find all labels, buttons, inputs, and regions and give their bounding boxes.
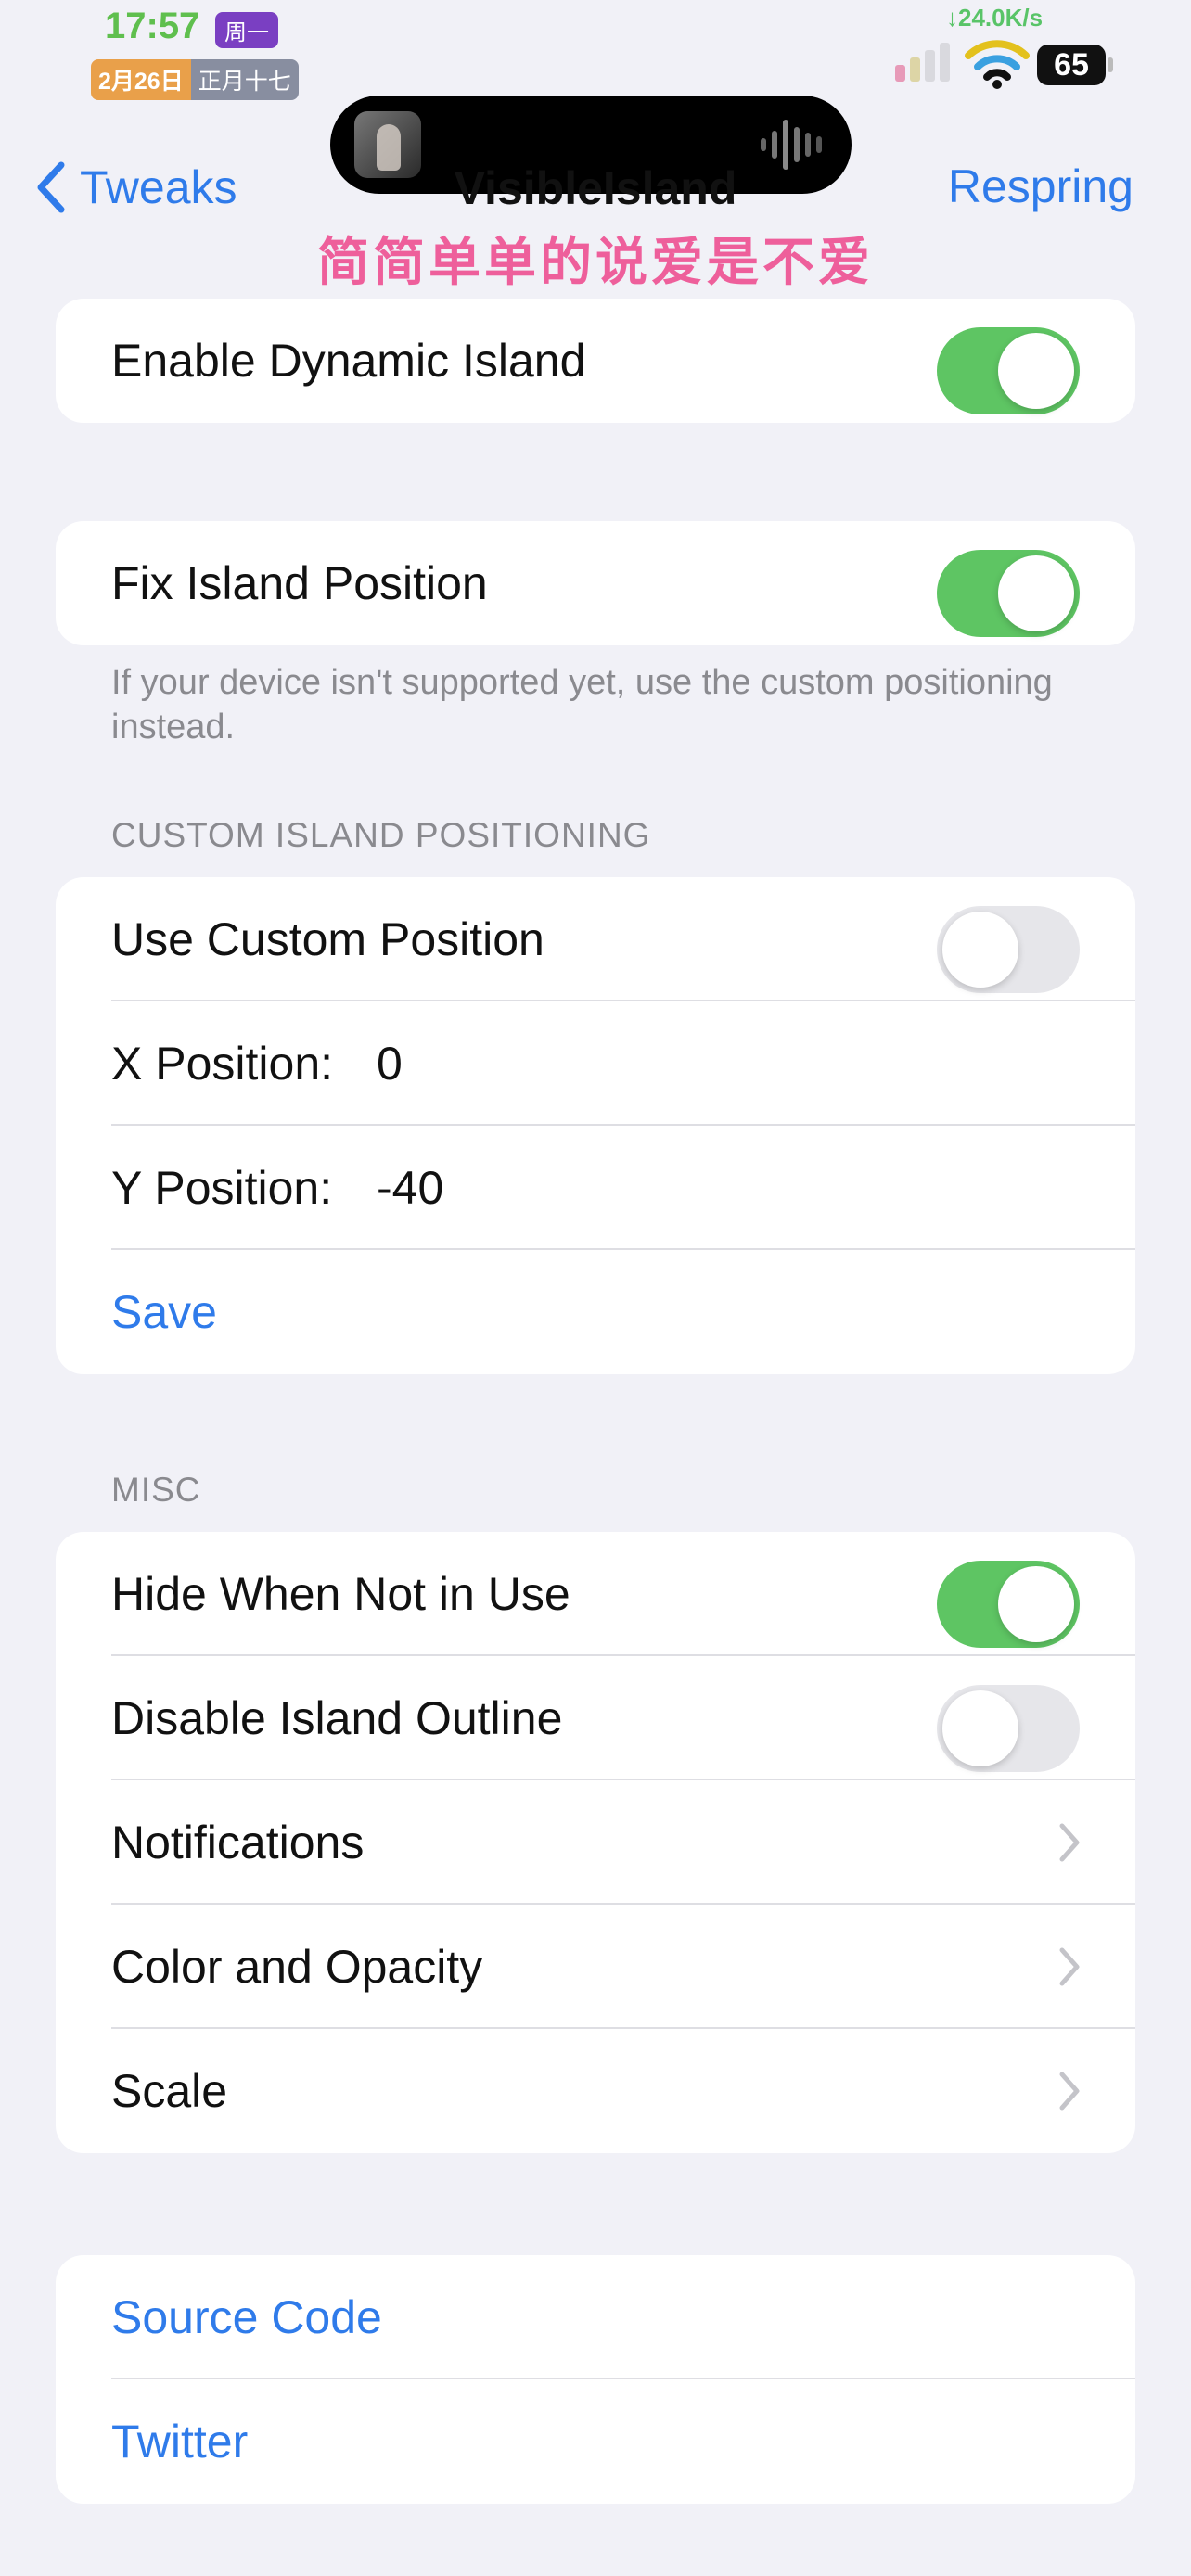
notifications-label: Notifications — [111, 1817, 365, 1868]
save-row[interactable]: Save — [56, 1250, 1135, 1374]
back-button-label: Tweaks — [80, 161, 237, 213]
status-weekday-badge: 周一 — [215, 12, 278, 48]
fix-island-position-toggle[interactable] — [937, 550, 1080, 637]
y-position-input[interactable]: -40 — [377, 1161, 443, 1215]
chevron-right-icon — [1059, 2072, 1080, 2111]
status-date-lunar: 正月十七 — [190, 59, 299, 100]
use-custom-position-row: Use Custom Position — [56, 877, 1135, 1001]
color-and-opacity-row[interactable]: Color and Opacity — [56, 1905, 1135, 2029]
scale-row[interactable]: Scale — [56, 2029, 1135, 2153]
battery-indicator: 65 — [1037, 45, 1113, 87]
disable-island-outline-label: Disable Island Outline — [111, 1692, 563, 1744]
chevron-right-icon — [1059, 1947, 1080, 1986]
enable-dynamic-island-toggle[interactable] — [937, 327, 1080, 414]
chevron-left-icon — [37, 161, 65, 213]
battery-level: 65 — [1037, 45, 1106, 85]
enable-dynamic-island-row: Enable Dynamic Island — [56, 299, 1135, 423]
enable-group: Enable Dynamic Island — [56, 299, 1135, 423]
chevron-right-icon — [1059, 1823, 1080, 1862]
hide-when-not-in-use-toggle[interactable] — [937, 1561, 1080, 1648]
y-position-label: Y Position: — [111, 1162, 333, 1214]
twitter-row[interactable]: Twitter — [56, 2379, 1135, 2504]
custom-positioning-group: Use Custom Position X Position: 0 Y Posi… — [56, 877, 1135, 1374]
use-custom-position-toggle[interactable] — [937, 906, 1080, 993]
x-position-label: X Position: — [111, 1038, 334, 1090]
back-button[interactable]: Tweaks — [33, 159, 237, 215]
color-and-opacity-label: Color and Opacity — [111, 1941, 483, 1993]
disable-island-outline-toggle[interactable] — [937, 1685, 1080, 1772]
status-date-badge: 2月26日 正月十七 — [91, 59, 299, 100]
source-code-row[interactable]: Source Code — [56, 2255, 1135, 2379]
misc-header: MISC — [111, 1471, 201, 1509]
wifi-icon — [965, 40, 1030, 89]
fix-island-position-row: Fix Island Position — [56, 521, 1135, 645]
status-net-speed: ↓24.0K/s — [946, 4, 1044, 32]
hide-when-not-in-use-row: Hide When Not in Use — [56, 1532, 1135, 1656]
misc-group: Hide When Not in Use Disable Island Outl… — [56, 1532, 1135, 2153]
status-time: 17:57 — [105, 6, 200, 46]
status-date-gregorian: 2月26日 — [91, 59, 191, 100]
disable-island-outline-row: Disable Island Outline — [56, 1656, 1135, 1780]
source-code-link[interactable]: Source Code — [111, 2290, 382, 2344]
cellular-signal-icon — [895, 43, 950, 82]
fix-island-position-label: Fix Island Position — [111, 557, 488, 609]
custom-positioning-header: CUSTOM ISLAND POSITIONING — [111, 816, 651, 854]
notifications-row[interactable]: Notifications — [56, 1780, 1135, 1905]
enable-dynamic-island-label: Enable Dynamic Island — [111, 335, 586, 387]
fix-position-group: Fix Island Position — [56, 521, 1135, 645]
twitter-link[interactable]: Twitter — [111, 2415, 248, 2468]
x-position-input[interactable]: 0 — [377, 1037, 403, 1090]
scale-label: Scale — [111, 2065, 228, 2117]
links-group: Source Code Twitter — [56, 2255, 1135, 2504]
lyrics-overlay: 简简单单的说爱是不爱 — [317, 233, 874, 291]
use-custom-position-label: Use Custom Position — [111, 913, 544, 965]
respring-button[interactable]: Respring — [948, 159, 1133, 213]
y-position-row: Y Position: -40 — [56, 1126, 1135, 1250]
fix-position-footnote: If your device isn't supported yet, use … — [111, 663, 1053, 746]
hide-when-not-in-use-label: Hide When Not in Use — [111, 1568, 570, 1620]
x-position-row: X Position: 0 — [56, 1001, 1135, 1126]
save-button[interactable]: Save — [111, 1285, 217, 1339]
